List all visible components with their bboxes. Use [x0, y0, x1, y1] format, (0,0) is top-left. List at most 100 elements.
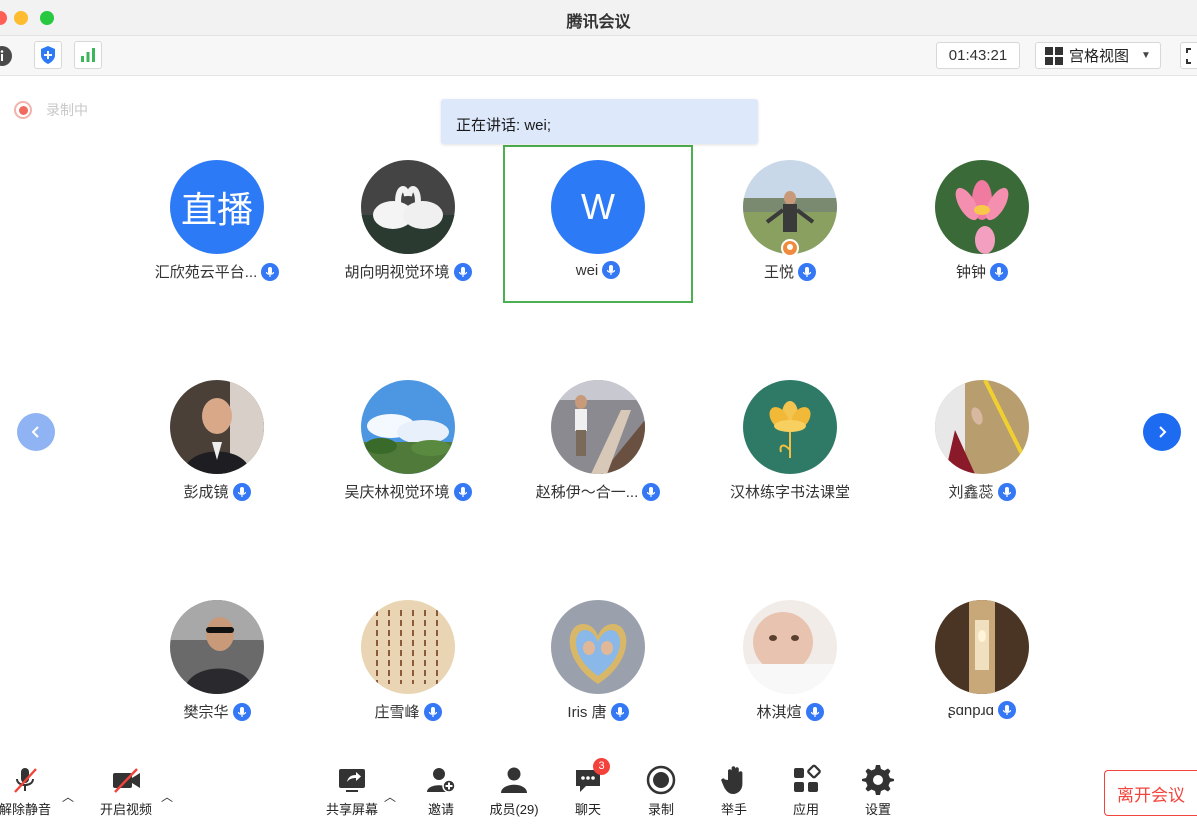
avatar [743, 380, 837, 474]
participant-tile[interactable]: 林淇煊 [695, 585, 885, 743]
mic-icon [232, 702, 251, 721]
avatar [935, 380, 1029, 474]
settings-label: 设置 [864, 802, 891, 817]
mic-icon [798, 262, 816, 281]
mic-icon [610, 702, 629, 721]
view-mode-dropdown[interactable]: 宫格视图 ▼ [1035, 42, 1161, 69]
avatar [170, 600, 264, 694]
participant-name: 樊宗华 [183, 704, 229, 721]
mic-icon [997, 482, 1016, 501]
control-bar: 解除静音 ︿ 开启视频 ︿ 共享屏幕 ︿ 邀请 成员(29) 3 聊天 录制 举… [0, 750, 1197, 828]
leave-meeting-button[interactable]: 离开会议 [1104, 770, 1197, 816]
record-button[interactable]: 录制 [628, 764, 694, 818]
participant-tile[interactable]: 王悦 [695, 145, 885, 303]
participant-tile[interactable]: 吴庆林视觉环境 [313, 365, 503, 523]
start-video-button[interactable]: 开启视频 [93, 764, 159, 818]
participant-name: 吴庆林视觉环境 [344, 484, 450, 501]
participant-tile[interactable]: 彭成镜 [122, 365, 312, 523]
participant-tile[interactable]: 钟钟 [887, 145, 1077, 303]
previous-page-button[interactable] [17, 413, 55, 451]
settings-button[interactable]: 设置 [845, 764, 911, 818]
avatar-initials: W [581, 186, 615, 227]
record-icon [646, 765, 676, 795]
mic-icon [423, 702, 442, 721]
participant-name: 刘鑫蕊 [948, 484, 994, 501]
participant-name: 彭成镜 [183, 484, 229, 501]
participant-tile-speaking[interactable]: W wei [503, 145, 693, 303]
participant-tile[interactable]: 直播 汇欣苑云平台... [122, 145, 312, 303]
avatar [935, 600, 1029, 694]
mic-icon [453, 262, 472, 281]
participant-name: ʂɑnpɹɑ [948, 701, 994, 719]
invite-button[interactable]: 邀请 [408, 764, 474, 818]
mic-icon [805, 702, 824, 721]
title-bar: 腾讯会议 [0, 0, 1197, 36]
chevron-right-icon [1159, 426, 1167, 438]
avatar-initials: 直播 [180, 189, 253, 230]
mic-icon [997, 701, 1016, 719]
participant-tile[interactable]: 汉林练字书法课堂 [695, 365, 885, 523]
participant-name: 庄雪峰 [374, 704, 420, 721]
window-title: 腾讯会议 [566, 14, 631, 31]
raise-hand-label: 举手 [720, 802, 747, 817]
shield-icon[interactable] [34, 41, 62, 69]
host-badge-icon [781, 239, 799, 257]
participant-name: 胡向明视觉环境 [344, 264, 450, 281]
avatar [170, 380, 264, 474]
chat-button[interactable]: 3 聊天 [555, 758, 621, 818]
meeting-toolbar: 01:43:21 宫格视图 ▼ [0, 36, 1197, 76]
info-icon[interactable] [0, 45, 13, 67]
share-options-chevron-icon[interactable]: ︿ [384, 788, 396, 805]
members-button[interactable]: 成员(29) [481, 764, 547, 818]
participant-tile[interactable]: ʂɑnpɹɑ [887, 585, 1077, 743]
record-label: 录制 [647, 802, 674, 817]
fullscreen-icon[interactable] [1180, 42, 1197, 69]
raise-hand-button[interactable]: 举手 [701, 764, 767, 818]
unmute-button[interactable]: 解除静音 [0, 764, 58, 818]
camera-off-icon [113, 768, 140, 793]
recording-indicator: 录制中 [14, 100, 88, 120]
participant-tile[interactable]: Iris 唐 [503, 585, 693, 743]
next-page-button[interactable] [1143, 413, 1181, 451]
participant-name: wei [575, 261, 599, 279]
participant-tile[interactable]: 胡向明视觉环境 [313, 145, 503, 303]
invite-icon [427, 768, 456, 793]
avatar [361, 600, 455, 694]
chevron-left-icon [31, 426, 39, 438]
audio-options-chevron-icon[interactable]: ︿ [62, 788, 74, 805]
mic-icon [602, 261, 621, 279]
apps-label: 应用 [792, 802, 819, 817]
participant-tile[interactable]: 庄雪峰 [313, 585, 503, 743]
unmute-label: 解除静音 [0, 802, 51, 817]
members-label: 成员(29) [489, 802, 539, 817]
mic-icon [642, 482, 661, 501]
participant-tile[interactable]: 刘鑫蕊 [887, 365, 1077, 523]
participant-name: 王悦 [763, 264, 794, 281]
share-screen-button[interactable]: 共享屏幕 [319, 764, 385, 818]
avatar [361, 160, 455, 254]
avatar [935, 160, 1029, 254]
avatar [551, 380, 645, 474]
apps-icon [794, 764, 821, 792]
avatar [551, 600, 645, 694]
chevron-down-icon: ▼ [1141, 50, 1151, 61]
chat-label: 聊天 [574, 802, 601, 817]
settings-icon [862, 765, 894, 795]
participant-name: 汇欣苑云平台... [154, 264, 258, 281]
mic-icon [990, 262, 1008, 281]
participant-name: 赵秭伊～合一... [535, 484, 639, 501]
signal-icon[interactable] [74, 41, 102, 69]
mic-icon [453, 482, 472, 501]
avatar: 直播 [170, 160, 264, 254]
participant-tile[interactable]: 赵秭伊～合一... [503, 365, 693, 523]
members-icon [501, 767, 527, 793]
avatar [743, 600, 837, 694]
participant-tile[interactable]: 樊宗华 [122, 585, 312, 743]
meeting-timer: 01:43:21 [936, 42, 1020, 69]
video-options-chevron-icon[interactable]: ︿ [161, 788, 173, 805]
mic-icon [261, 262, 280, 281]
grid-view-icon [1045, 46, 1064, 65]
recording-dot-icon [14, 101, 32, 119]
mic-icon [232, 482, 251, 501]
apps-button[interactable]: 应用 [773, 764, 839, 818]
